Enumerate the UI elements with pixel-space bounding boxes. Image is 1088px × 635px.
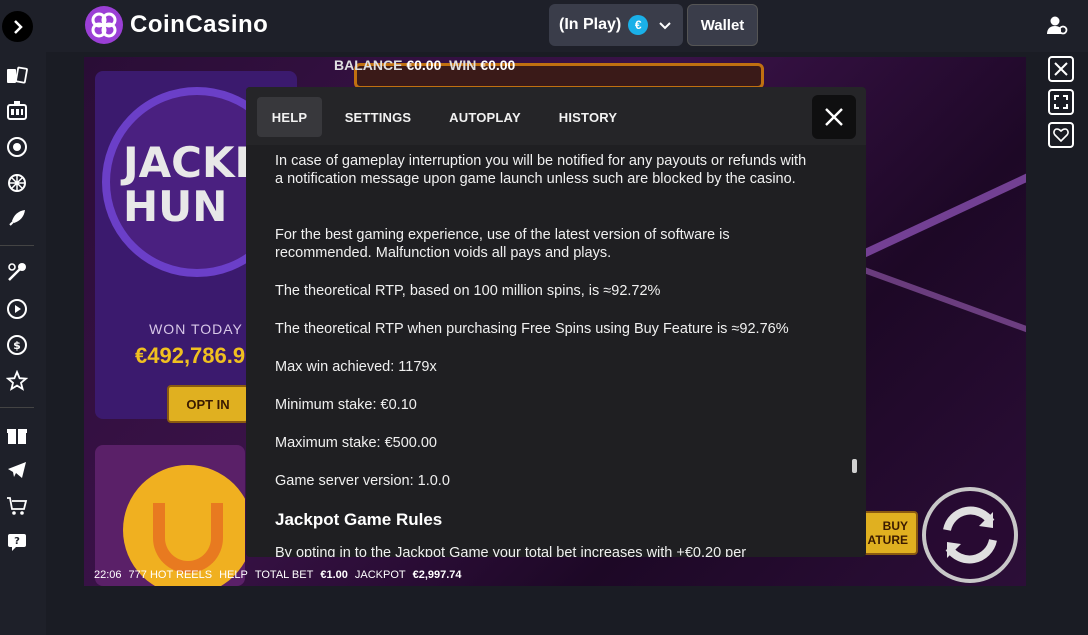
balance-win-readout: BALANCE €0.00 WIN €0.00 — [334, 57, 515, 73]
brand-name: CoinCasino — [130, 11, 269, 38]
opt-in-button[interactable]: OPT IN — [167, 385, 249, 423]
win-value: €0.00 — [480, 57, 516, 73]
sidebar-divider — [0, 245, 34, 246]
won-today-amount: €492,786.9 — [135, 343, 246, 368]
balance-label: BALANCE — [334, 57, 403, 73]
play-circle-icon[interactable] — [5, 297, 29, 321]
help-modal: HELP SETTINGS AUTOPLAY HISTORY In case o… — [246, 87, 866, 557]
close-icon — [1054, 62, 1068, 76]
spin-button[interactable] — [922, 487, 1018, 583]
balance-value: €0.00 — [406, 57, 442, 73]
logo-mark-icon — [85, 6, 123, 44]
help-paragraph: The theoretical RTP when purchasing Free… — [275, 321, 789, 337]
total-bet-value: €1.00 — [320, 569, 348, 581]
help-paragraph: In case of gameplay interruption you wil… — [275, 153, 807, 187]
dollar-coin-icon[interactable]: $ — [5, 333, 29, 357]
bonus-panel — [95, 445, 245, 586]
total-bet-label: TOTAL BET — [254, 569, 314, 581]
buy-feature-label: ATURE — [867, 533, 908, 547]
help-paragraph: By opting in to the Jackpot Game your to… — [275, 545, 747, 557]
cards-icon[interactable] — [5, 64, 29, 88]
jackpot-title-line1: JACKP — [123, 138, 266, 187]
top-bar: CoinCasino (In Play) € Wallet — [0, 0, 1088, 52]
help-paragraph: Minimum stake: €0.10 — [275, 397, 417, 413]
play-mode-label: (In Play) — [559, 16, 622, 33]
gift-icon[interactable] — [5, 423, 29, 447]
game-controls-rail — [1048, 56, 1076, 155]
sidebar-expand-button[interactable] — [2, 11, 33, 42]
tab-autoplay[interactable]: AUTOPLAY — [441, 97, 529, 137]
roulette-icon[interactable] — [5, 135, 29, 159]
help-chat-icon[interactable]: ? — [5, 530, 29, 554]
tab-history[interactable]: HISTORY — [550, 97, 626, 137]
slots-icon[interactable] — [5, 99, 29, 123]
telegram-icon[interactable] — [5, 458, 29, 482]
buy-label: BUY — [882, 519, 908, 533]
help-paragraph: Max win achieved: 1179x — [275, 359, 437, 375]
game-status-bar: 22:06 777 HOT REELS HELP TOTAL BET €1.00… — [94, 569, 462, 581]
clock-time: 22:06 — [94, 569, 122, 581]
favorite-button[interactable] — [1048, 122, 1074, 148]
sidebar-divider — [0, 407, 34, 408]
help-paragraph: For the best gaming experience, use of t… — [275, 227, 730, 261]
jackpot-value: €2,997.74 — [412, 569, 462, 581]
chevron-down-icon — [659, 17, 671, 33]
section-heading: Jackpot Game Rules — [275, 510, 443, 529]
close-icon — [825, 108, 843, 126]
win-label: WIN — [449, 57, 477, 73]
euro-currency-icon: € — [628, 15, 649, 35]
modal-scrollbar[interactable] — [852, 459, 857, 473]
modal-tab-bar: HELP SETTINGS AUTOPLAY HISTORY — [246, 87, 866, 145]
svg-text:?: ? — [14, 536, 20, 547]
heart-icon — [1053, 128, 1069, 142]
close-game-button[interactable] — [1048, 56, 1074, 82]
help-paragraph: Maximum stake: €500.00 — [275, 435, 437, 451]
fullscreen-icon — [1054, 95, 1068, 109]
help-link[interactable]: HELP — [219, 569, 248, 581]
chevron-right-icon — [13, 19, 23, 34]
sports-icon[interactable] — [5, 260, 29, 284]
tab-help[interactable]: HELP — [257, 97, 322, 137]
sidebar: $ ? — [0, 52, 46, 635]
jackpot-title-line2: HUN — [123, 182, 228, 231]
fullscreen-button[interactable] — [1048, 89, 1074, 115]
coincasino-logo[interactable]: CoinCasino — [85, 6, 268, 44]
game-name: 777 HOT REELS — [128, 569, 213, 581]
wallet-button[interactable]: Wallet — [687, 4, 758, 46]
modal-close-button[interactable] — [812, 95, 856, 139]
svg-text:$: $ — [13, 339, 21, 352]
jackpot-label: JACKPOT — [354, 569, 406, 581]
horseshoe-icon — [153, 503, 223, 573]
tab-settings[interactable]: SETTINGS — [338, 97, 418, 137]
play-mode-select[interactable]: (In Play) € — [549, 4, 683, 46]
star-icon[interactable] — [5, 369, 29, 393]
crypto-cart-icon[interactable] — [5, 494, 29, 518]
rocket-icon[interactable] — [5, 206, 29, 230]
help-paragraph: The theoretical RTP, based on 100 millio… — [275, 283, 661, 299]
help-paragraph: Game server version: 1.0.0 — [275, 473, 450, 489]
user-settings-icon[interactable] — [1046, 14, 1068, 36]
jackpot-title: JACKP HUN — [123, 141, 265, 229]
live-wheel-icon[interactable] — [5, 171, 29, 195]
refresh-icon — [943, 506, 997, 564]
